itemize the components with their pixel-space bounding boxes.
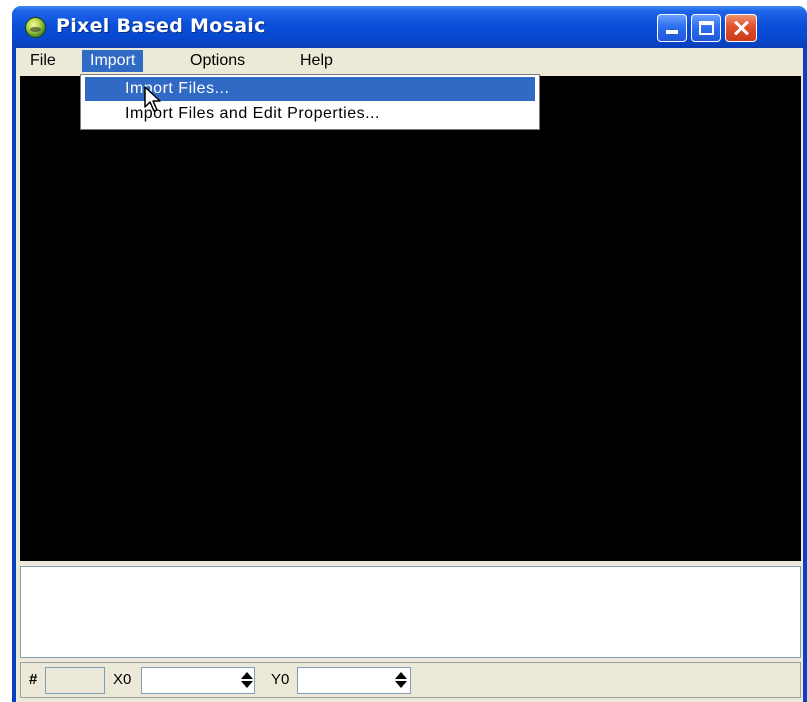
globe-app-icon[interactable] — [25, 17, 46, 38]
menu-help[interactable]: Help — [292, 50, 341, 72]
maximize-icon — [699, 21, 714, 35]
coordinate-bar: # X0 Y0 — [20, 662, 801, 698]
y0-spin-arrows-icon[interactable] — [395, 670, 407, 692]
index-field — [45, 667, 105, 694]
log-text-area[interactable] — [20, 566, 801, 658]
menu-options[interactable]: Options — [182, 50, 253, 72]
y0-spinner-input[interactable] — [297, 667, 411, 694]
x0-spinner-input[interactable] — [141, 667, 255, 694]
minimize-button[interactable] — [657, 14, 687, 42]
menu-bar: File Import Options Help — [16, 48, 803, 74]
close-button[interactable] — [725, 14, 757, 42]
x0-label: X0 — [113, 671, 132, 688]
minimize-icon — [666, 30, 678, 34]
index-label: # — [29, 671, 38, 688]
menu-file[interactable]: File — [22, 50, 64, 72]
y0-label: Y0 — [271, 671, 290, 688]
x0-spin-arrows-icon[interactable] — [241, 670, 253, 692]
window-title: Pixel Based Mosaic — [56, 15, 266, 37]
maximize-button[interactable] — [691, 14, 721, 42]
client-area: File Import Options Help # X0 Y0 — [16, 48, 803, 702]
close-icon — [726, 15, 756, 41]
mouse-cursor-icon — [144, 86, 161, 112]
title-bar[interactable]: Pixel Based Mosaic — [12, 6, 807, 48]
menu-import[interactable]: Import — [82, 50, 144, 72]
mosaic-canvas[interactable] — [20, 76, 801, 561]
